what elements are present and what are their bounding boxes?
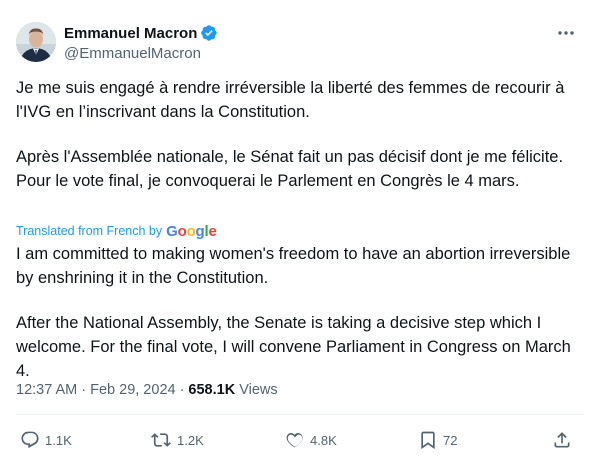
avatar[interactable]: [16, 22, 56, 62]
bookmark-button[interactable]: 72: [418, 425, 457, 455]
like-count: 4.8K: [310, 432, 337, 448]
author-handle[interactable]: @EmmanuelMacron: [64, 45, 218, 62]
google-letter: G: [166, 222, 178, 240]
reply-count: 1.1K: [45, 432, 72, 448]
divider: [16, 414, 584, 415]
share-button[interactable]: [552, 425, 572, 455]
repost-button[interactable]: 1.2K: [150, 425, 204, 455]
bookmark-icon: [418, 430, 438, 450]
like-button[interactable]: 4.8K: [285, 425, 337, 455]
google-letter: o: [177, 222, 187, 240]
reply-icon: [20, 430, 40, 450]
translated-label: Translated from French by: [16, 224, 163, 238]
google-logo: Google: [166, 223, 217, 240]
tweet-text-translation: I am committed to making women's freedom…: [16, 242, 584, 383]
tweet-paragraph: Après l'Assemblée nationale, le Sénat fa…: [16, 148, 568, 190]
avatar-image: [16, 22, 56, 62]
bookmark-count: 72: [443, 432, 458, 448]
views-count[interactable]: 658.1K: [188, 382, 235, 398]
share-icon: [552, 430, 572, 450]
translation-paragraph: After the National Assembly, the Senate …: [16, 314, 576, 380]
google-letter: e: [208, 222, 217, 240]
tweet-header: Emmanuel Macron @EmmanuelMacron: [0, 0, 600, 70]
google-letter: g: [195, 222, 205, 240]
google-letter: o: [186, 222, 196, 240]
verified-badge-icon: [200, 24, 218, 42]
repost-icon: [150, 430, 172, 450]
meta-separator: ·: [179, 382, 185, 398]
action-bar: 1.1K 1.2K 4.8K 72: [0, 425, 600, 455]
tweet-text-original: Je me suis engagé à rendre irréversible …: [16, 76, 584, 193]
tweet-time[interactable]: 12:37 AM: [16, 382, 77, 398]
heart-icon: [285, 430, 305, 450]
views-label: Views: [239, 382, 278, 398]
tweet-paragraph: Je me suis engagé à rendre irréversible …: [16, 79, 570, 121]
tweet-meta: 12:37 AM · Feb 29, 2024 · 658.1K Views: [16, 380, 278, 400]
repost-count: 1.2K: [177, 432, 204, 448]
tweet-date[interactable]: Feb 29, 2024: [90, 382, 175, 398]
meta-separator: ·: [81, 382, 87, 398]
translation-attribution[interactable]: Translated from French by Google: [16, 222, 217, 240]
translation-paragraph: I am committed to making women's freedom…: [16, 245, 575, 287]
more-dots-icon[interactable]: [554, 26, 578, 40]
reply-button[interactable]: 1.1K: [20, 425, 72, 455]
author-name[interactable]: Emmanuel Macron: [64, 25, 197, 42]
